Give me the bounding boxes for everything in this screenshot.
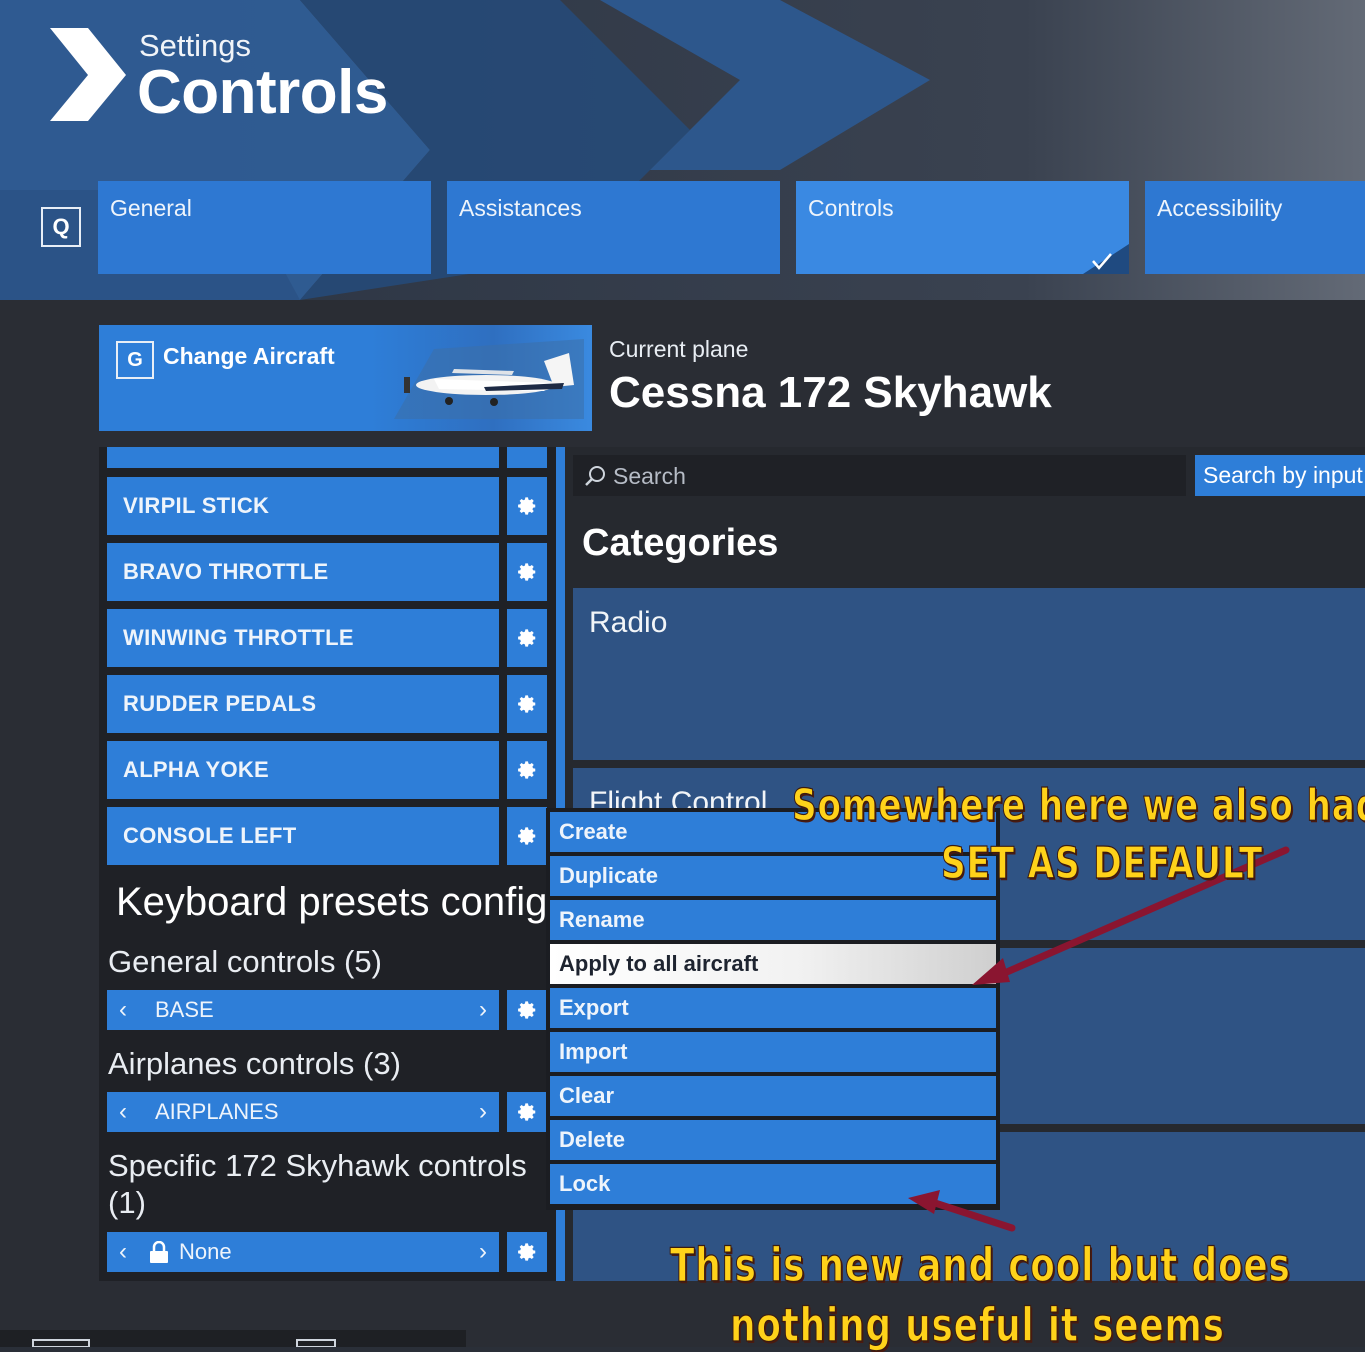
gear-icon bbox=[518, 695, 536, 713]
device-item-winwing-throttle[interactable]: WINWING THROTTLE bbox=[107, 609, 499, 667]
general-preset-settings-button[interactable] bbox=[507, 990, 547, 1030]
chevron-left-icon[interactable]: ‹ bbox=[119, 990, 127, 1030]
gear-icon bbox=[518, 827, 536, 845]
menu-item-duplicate[interactable]: Duplicate bbox=[550, 856, 996, 896]
specific-preset-value: None bbox=[179, 1239, 232, 1264]
device-item-console-left[interactable]: CONSOLE LEFT bbox=[107, 807, 499, 865]
general-controls-label: General controls (5) bbox=[108, 944, 382, 979]
checkmark-icon bbox=[1083, 244, 1129, 274]
gear-icon bbox=[518, 761, 536, 779]
gear-icon bbox=[518, 1001, 536, 1019]
tab-accessibility[interactable]: Accessibility bbox=[1145, 181, 1365, 274]
annotation-text: This is new and cool but does bbox=[670, 1237, 1291, 1292]
menu-item-export[interactable]: Export bbox=[550, 988, 996, 1028]
gear-icon bbox=[518, 1103, 536, 1121]
device-settings-button[interactable] bbox=[507, 741, 547, 799]
device-item-partial[interactable] bbox=[107, 447, 499, 468]
tab-controls[interactable]: Controls bbox=[796, 181, 1129, 274]
chevron-right-icon[interactable]: › bbox=[479, 990, 487, 1030]
airplanes-preset-selector[interactable]: ‹ AIRPLANES › bbox=[107, 1092, 499, 1132]
tab-controls-label: Controls bbox=[808, 195, 894, 221]
categories-title: Categories bbox=[582, 522, 779, 564]
lock-icon bbox=[150, 1241, 168, 1263]
annotation-text: Somewhere here we also had bbox=[792, 779, 1365, 831]
device-item-virpil-stick[interactable]: VIRPIL STICK bbox=[107, 477, 499, 535]
specific-controls-count: (1) bbox=[108, 1185, 146, 1220]
presets-title: Keyboard presets config bbox=[116, 880, 548, 924]
device-item-bravo-throttle[interactable]: BRAVO THROTTLE bbox=[107, 543, 499, 601]
menu-item-lock[interactable]: Lock bbox=[550, 1164, 996, 1204]
change-aircraft-hotkey: G bbox=[116, 341, 154, 379]
device-settings-button[interactable] bbox=[507, 609, 547, 667]
tab-prev-hotkey[interactable]: Q bbox=[41, 207, 81, 247]
chevron-right-icon[interactable]: › bbox=[479, 1092, 487, 1132]
menu-item-import[interactable]: Import bbox=[550, 1032, 996, 1072]
device-settings-partial[interactable] bbox=[507, 447, 547, 468]
menu-item-apply-to-all-aircraft[interactable]: Apply to all aircraft bbox=[550, 944, 996, 984]
device-settings-button[interactable] bbox=[507, 807, 547, 865]
category-radio[interactable]: Radio bbox=[573, 588, 1365, 760]
gear-icon bbox=[518, 629, 536, 647]
device-settings-button[interactable] bbox=[507, 675, 547, 733]
search-icon bbox=[585, 466, 605, 486]
search-placeholder: Search bbox=[613, 463, 686, 489]
chevron-left-icon[interactable]: ‹ bbox=[119, 1092, 127, 1132]
search-input[interactable]: Search bbox=[573, 455, 1186, 496]
current-plane-label: Current plane bbox=[609, 336, 749, 362]
device-settings-button[interactable] bbox=[507, 477, 547, 535]
menu-item-clear[interactable]: Clear bbox=[550, 1076, 996, 1116]
specific-controls-label: Specific 172 Skyhawk controls bbox=[108, 1148, 527, 1183]
airplanes-preset-settings-button[interactable] bbox=[507, 1092, 547, 1132]
current-plane-name: Cessna 172 Skyhawk bbox=[609, 368, 1052, 417]
gear-icon bbox=[518, 497, 536, 515]
change-aircraft-label: Change Aircraft bbox=[163, 343, 335, 369]
airplanes-controls-label: Airplanes controls (3) bbox=[108, 1046, 401, 1081]
annotation-text: SET AS DEFAULT bbox=[941, 837, 1264, 889]
device-item-alpha-yoke[interactable]: ALPHA YOKE bbox=[107, 741, 499, 799]
airplanes-preset-value: AIRPLANES bbox=[155, 1099, 279, 1124]
app-logo-chevron bbox=[50, 28, 126, 121]
annotation-text: nothing useful it seems bbox=[730, 1297, 1225, 1352]
search-by-input-button[interactable]: Search by input bbox=[1195, 455, 1365, 496]
page-title: Controls bbox=[137, 58, 388, 127]
change-aircraft-button[interactable]: G Change Aircraft bbox=[99, 325, 592, 431]
tab-general[interactable]: General bbox=[98, 181, 431, 274]
category-label: Radio bbox=[589, 606, 668, 639]
tab-assistances[interactable]: Assistances bbox=[447, 181, 780, 274]
chevron-right-icon[interactable]: › bbox=[479, 1232, 487, 1272]
specific-preset-selector[interactable]: ‹ None › bbox=[107, 1232, 499, 1272]
device-item-rudder-pedals[interactable]: RUDDER PEDALS bbox=[107, 675, 499, 733]
general-preset-selector[interactable]: ‹ BASE › bbox=[107, 990, 499, 1030]
gear-icon bbox=[518, 1243, 536, 1261]
menu-item-rename[interactable]: Rename bbox=[550, 900, 996, 940]
gear-icon bbox=[518, 563, 536, 581]
device-settings-button[interactable] bbox=[507, 543, 547, 601]
aircraft-thumbnail bbox=[394, 339, 584, 419]
specific-preset-settings-button[interactable] bbox=[507, 1232, 547, 1272]
menu-item-delete[interactable]: Delete bbox=[550, 1120, 996, 1160]
general-preset-value: BASE bbox=[155, 997, 214, 1022]
chevron-left-icon[interactable]: ‹ bbox=[119, 1232, 127, 1272]
